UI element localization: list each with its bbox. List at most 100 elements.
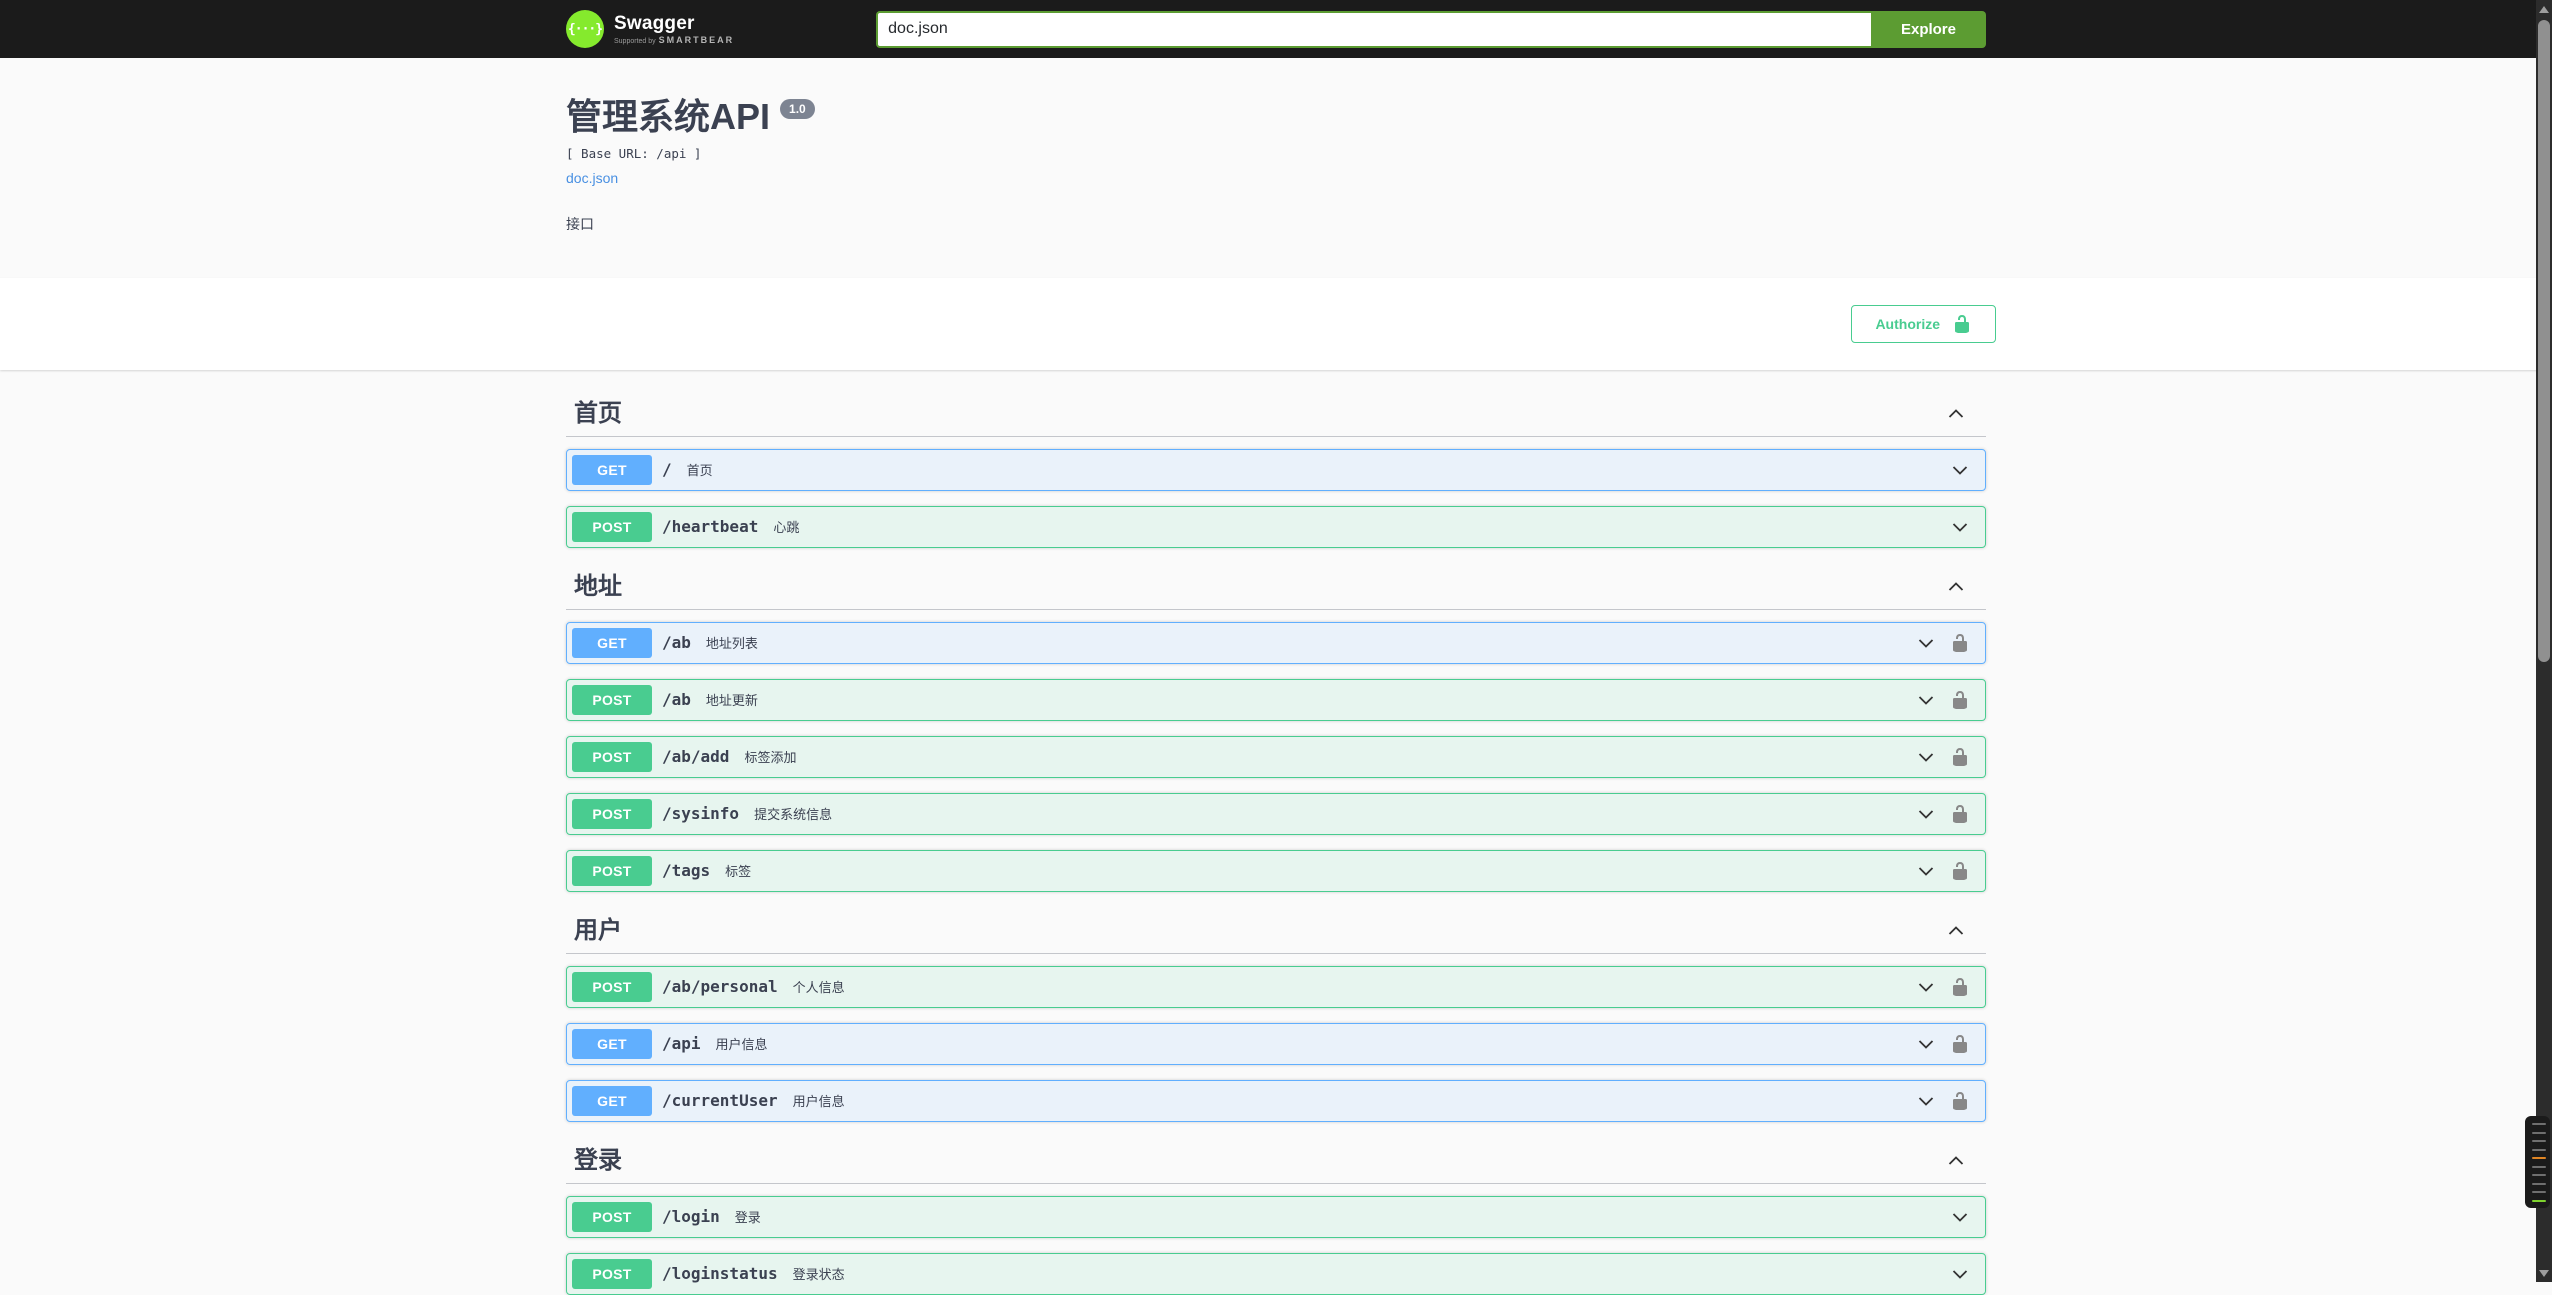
operation-controls (1916, 1091, 1980, 1111)
section-header[interactable]: 登录 (566, 1137, 1986, 1184)
topbar: {···} Swagger Supported by SMARTBEAR Exp… (0, 0, 2552, 58)
chevron-up-icon[interactable] (1946, 577, 1966, 597)
chevron-down-icon[interactable] (1916, 633, 1936, 653)
api-title: 管理系统API 1.0 (566, 98, 1986, 136)
operation-path: /ab/personal (662, 977, 778, 996)
operation-row[interactable]: POST /login 登录 (566, 1196, 1986, 1238)
operation-row[interactable]: POST /ab 地址更新 (566, 679, 1986, 721)
api-description: 接口 (566, 214, 1986, 234)
chevron-down-icon[interactable] (1916, 690, 1936, 710)
operation-summary: 标签添加 (744, 747, 1916, 766)
arrow-down-icon (2539, 1270, 2549, 1277)
chevron-down-icon[interactable] (1950, 517, 1970, 537)
operation-path: /ab (662, 633, 691, 652)
api-title-text: 管理系统API (566, 96, 770, 137)
operation-path: /ab (662, 690, 691, 709)
method-badge: POST (572, 685, 652, 715)
auth-lock-button[interactable] (1950, 1091, 1970, 1111)
api-section: 登录 POST /login 登录 POST /loginstatus 登录状态 (566, 1137, 1986, 1295)
operation-summary: 标签 (725, 861, 1916, 880)
operation-summary: 提交系统信息 (754, 804, 1916, 823)
base-url: [ Base URL: /api ] (566, 146, 1986, 161)
section-header[interactable]: 首页 (566, 390, 1986, 437)
chevron-up-icon[interactable] (1946, 921, 1966, 941)
auth-lock-button[interactable] (1950, 861, 1970, 881)
chevron-down-icon[interactable] (1916, 747, 1936, 767)
method-badge: GET (572, 1086, 652, 1116)
operation-row[interactable]: POST /tags 标签 (566, 850, 1986, 892)
authorize-button[interactable]: Authorize (1851, 305, 1996, 343)
operation-controls (1916, 690, 1980, 710)
chevron-down-icon[interactable] (1950, 1207, 1970, 1227)
explore-button[interactable]: Explore (1871, 11, 1986, 48)
chevron-down-icon[interactable] (1916, 977, 1936, 997)
operation-row[interactable]: GET /currentUser 用户信息 (566, 1080, 1986, 1122)
chevron-down-icon[interactable] (1916, 861, 1936, 881)
section-header[interactable]: 用户 (566, 907, 1986, 954)
operation-row[interactable]: GET / 首页 (566, 449, 1986, 491)
method-badge: GET (572, 455, 652, 485)
operation-controls (1916, 1034, 1980, 1054)
version-badge: 1.0 (780, 99, 815, 119)
operation-summary: 地址列表 (706, 633, 1916, 652)
unlock-icon (1952, 314, 1972, 334)
operation-row[interactable]: POST /loginstatus 登录状态 (566, 1253, 1986, 1295)
arrow-up-icon (2539, 6, 2549, 13)
operation-summary: 登录状态 (793, 1264, 1950, 1283)
api-section: 用户 POST /ab/personal 个人信息 GET /api 用户信息 (566, 907, 1986, 1122)
operation-path: / (662, 460, 672, 479)
operations-list: GET /ab 地址列表 POST /ab 地址更新 POST /ab/add … (566, 622, 1986, 892)
chevron-down-icon[interactable] (1916, 1034, 1936, 1054)
chevron-up-icon[interactable] (1946, 1151, 1966, 1171)
operation-controls (1916, 633, 1980, 653)
operation-controls (1950, 460, 1980, 480)
operation-row[interactable]: POST /sysinfo 提交系统信息 (566, 793, 1986, 835)
chevron-down-icon[interactable] (1916, 804, 1936, 824)
operation-row[interactable]: POST /ab/personal 个人信息 (566, 966, 1986, 1008)
chevron-down-icon[interactable] (1950, 1264, 1970, 1284)
auth-lock-button[interactable] (1950, 747, 1970, 767)
operation-summary: 登录 (735, 1207, 1950, 1226)
auth-lock-button[interactable] (1950, 1034, 1970, 1054)
method-badge: POST (572, 1259, 652, 1289)
operation-row[interactable]: GET /ab 地址列表 (566, 622, 1986, 664)
auth-lock-button[interactable] (1950, 804, 1970, 824)
operation-controls (1916, 977, 1980, 997)
operation-path: /loginstatus (662, 1264, 778, 1283)
spec-link[interactable]: doc.json (566, 170, 618, 186)
info-section: 管理系统API 1.0 [ Base URL: /api ] doc.json 接… (0, 58, 2552, 278)
chevron-up-icon[interactable] (1946, 404, 1966, 424)
operation-path: /login (662, 1207, 720, 1226)
spec-url-input[interactable] (876, 11, 1871, 48)
operation-row[interactable]: POST /ab/add 标签添加 (566, 736, 1986, 778)
authorize-label: Authorize (1875, 317, 1940, 331)
operation-controls (1916, 804, 1980, 824)
operation-row[interactable]: GET /api 用户信息 (566, 1023, 1986, 1065)
scrollbar-up-button[interactable] (2536, 0, 2552, 18)
operation-summary: 心跳 (773, 517, 1950, 536)
scrollbar-thumb[interactable] (2538, 20, 2550, 662)
chevron-down-icon[interactable] (1916, 1091, 1936, 1111)
swagger-logo[interactable]: {···} Swagger Supported by SMARTBEAR (566, 10, 734, 48)
auth-lock-button[interactable] (1950, 690, 1970, 710)
auth-lock-button[interactable] (1950, 633, 1970, 653)
operation-row[interactable]: POST /heartbeat 心跳 (566, 506, 1986, 548)
operations-main: 首页 GET / 首页 POST /heartbeat 心跳 (0, 370, 2552, 1295)
chevron-down-icon[interactable] (1950, 460, 1970, 480)
scrollbar[interactable] (2536, 0, 2552, 1282)
operation-path: /heartbeat (662, 517, 758, 536)
scrollbar-down-button[interactable] (2536, 1264, 2552, 1282)
section-header[interactable]: 地址 (566, 563, 1986, 610)
operation-summary: 用户信息 (716, 1034, 1916, 1053)
section-title: 地址 (574, 575, 622, 599)
section-title: 登录 (574, 1149, 622, 1173)
operation-summary: 用户信息 (793, 1091, 1916, 1110)
operation-controls (1950, 1264, 1980, 1284)
method-badge: POST (572, 1202, 652, 1232)
operation-controls (1950, 1207, 1980, 1227)
scheme-container: Authorize (0, 278, 2552, 370)
method-badge: POST (572, 512, 652, 542)
operation-summary: 地址更新 (706, 690, 1916, 709)
auth-lock-button[interactable] (1950, 977, 1970, 997)
operations-list: POST /ab/personal 个人信息 GET /api 用户信息 GET… (566, 966, 1986, 1122)
